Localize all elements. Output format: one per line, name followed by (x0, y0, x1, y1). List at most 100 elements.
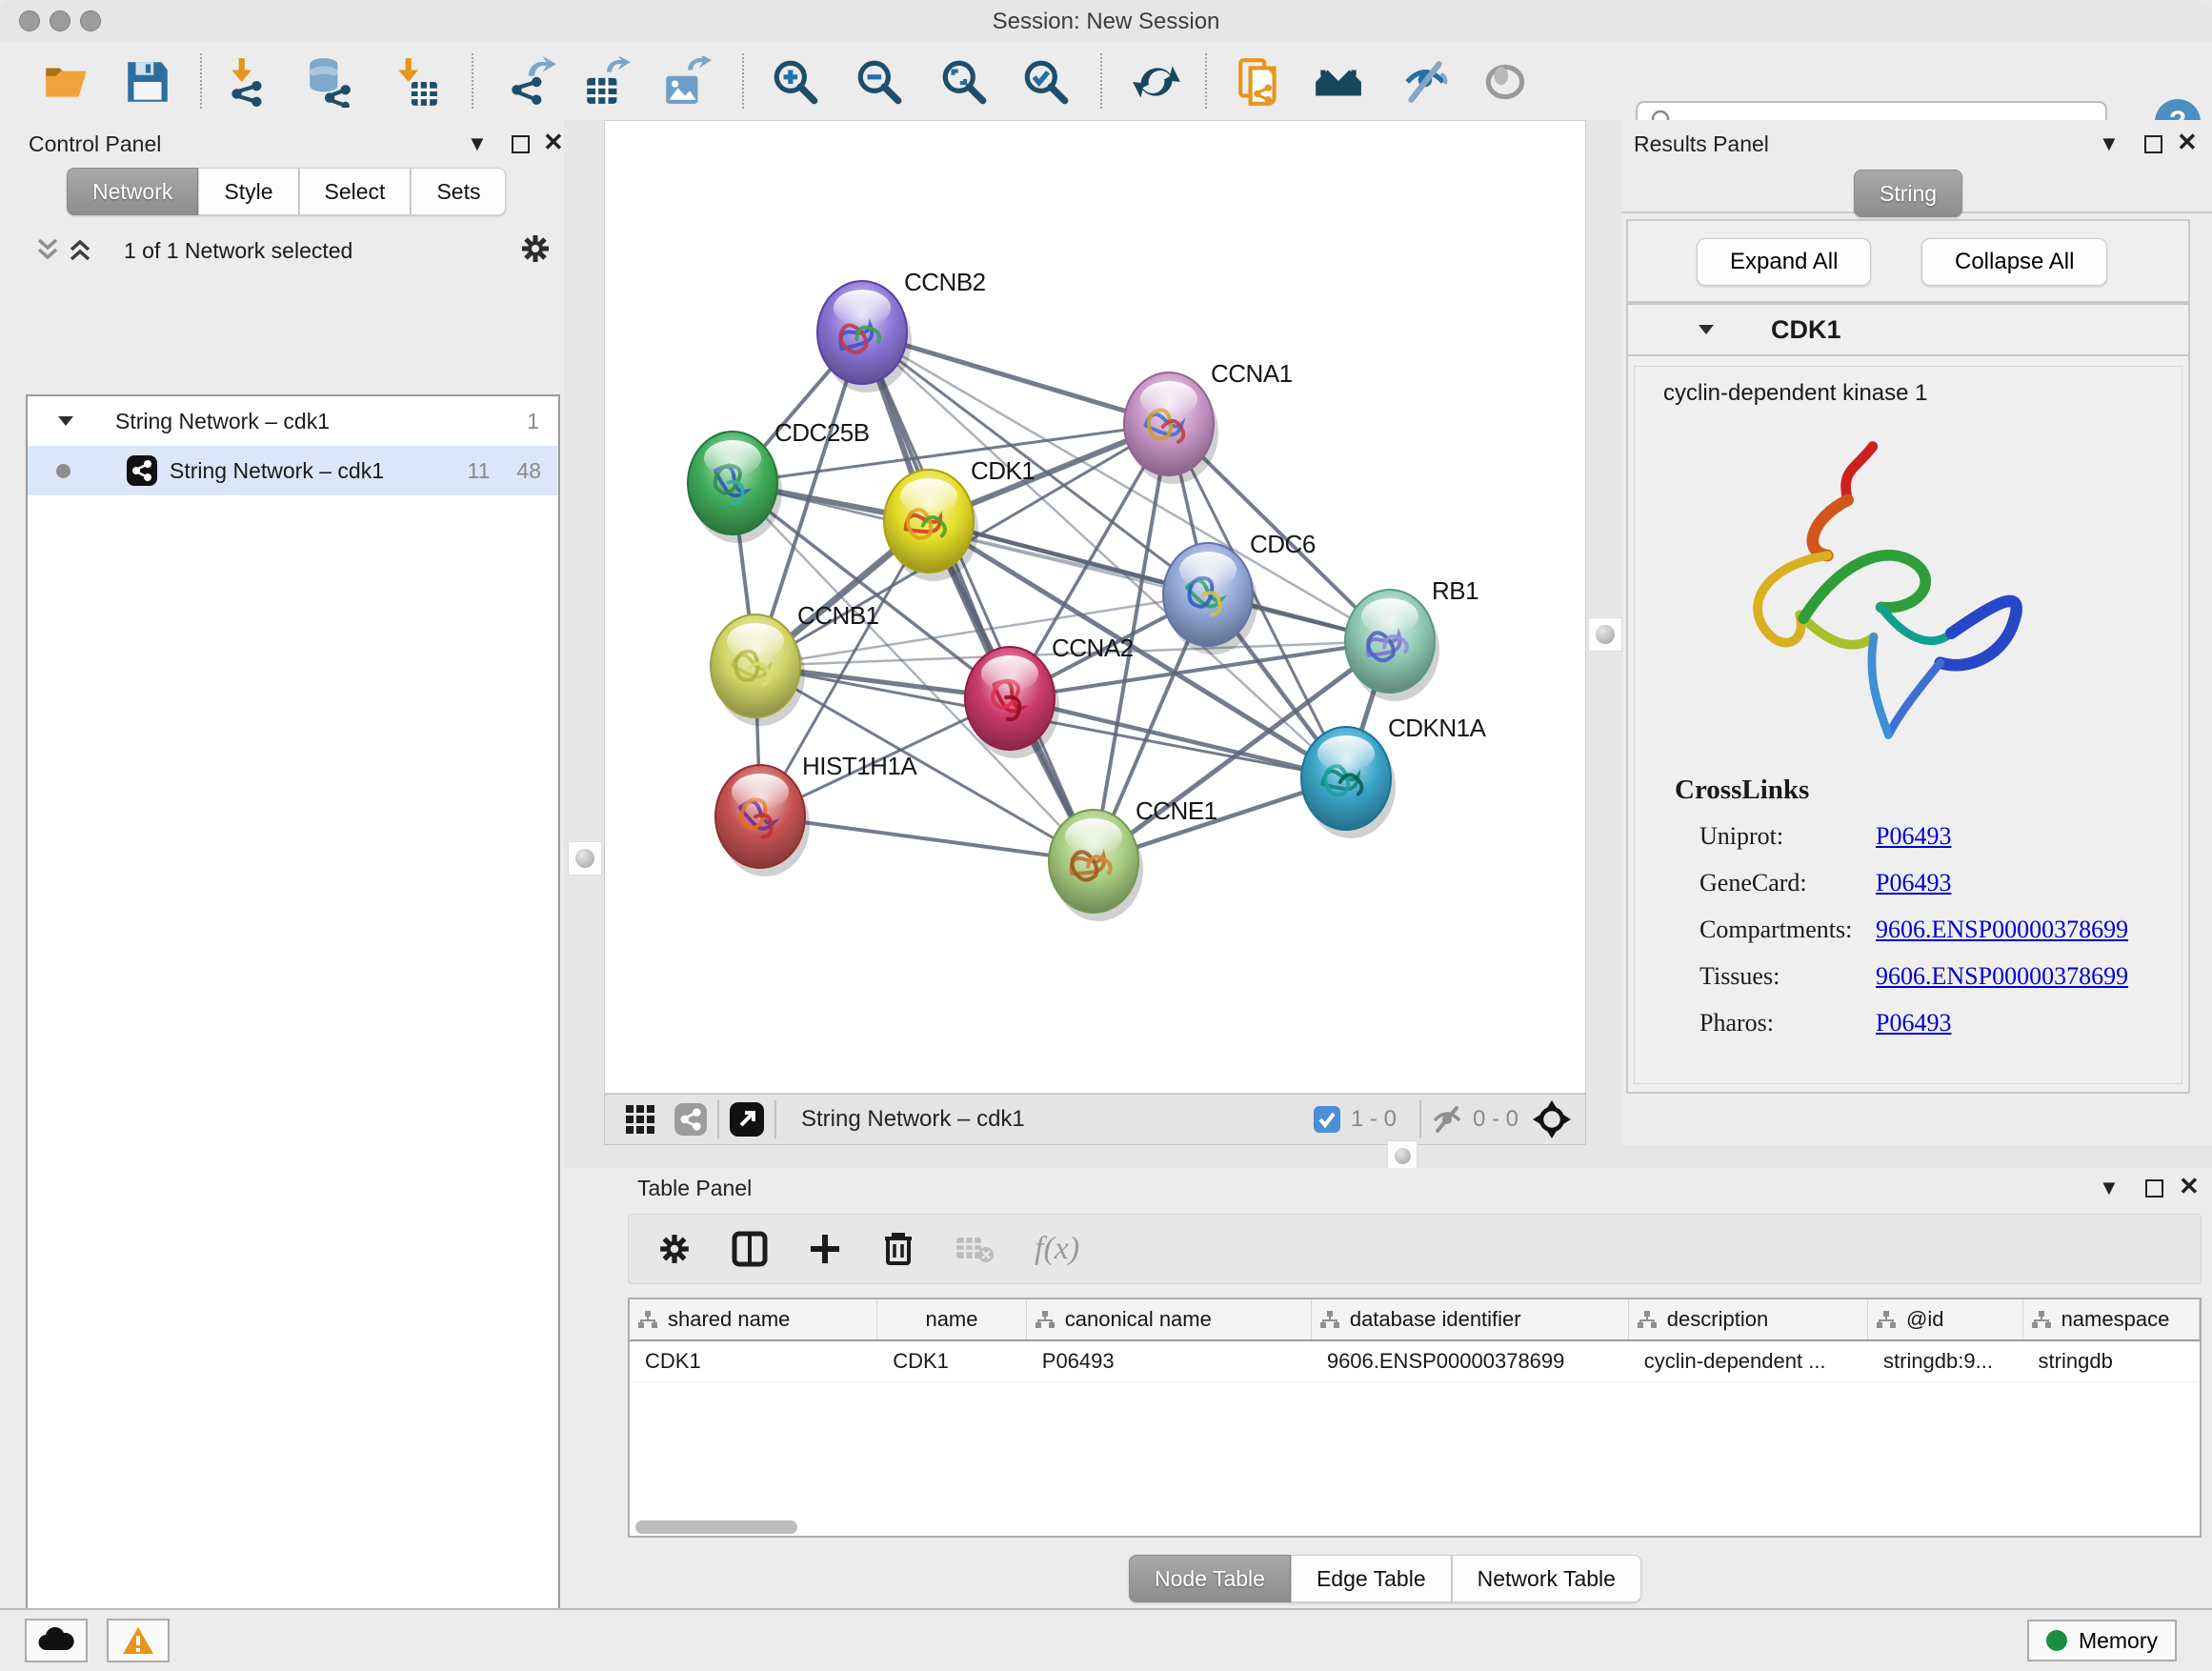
results-panel-collapse-icon[interactable]: ▼ (2099, 131, 2120, 156)
save-session-button[interactable] (122, 56, 173, 108)
crosslink-link[interactable]: P06493 (1876, 1009, 1951, 1037)
results-panel-float-icon[interactable] (2144, 135, 2162, 153)
bottom-splitter-handle[interactable] (1387, 1140, 1418, 1171)
crosslink-link[interactable]: 9606.ENSP00000378699 (1876, 962, 2128, 991)
memory-button[interactable]: Memory (2027, 1620, 2177, 1661)
show-columns-icon[interactable] (732, 1231, 768, 1267)
expand-all-icon[interactable] (67, 236, 93, 263)
table-cell[interactable]: stringdb (2023, 1341, 2200, 1381)
zoom-out-button[interactable] (854, 56, 905, 108)
network-node[interactable]: CDKN1A (1301, 714, 1487, 838)
crosslink-link[interactable]: P06493 (1876, 822, 1951, 851)
tab-edge-table[interactable]: Edge Table (1291, 1555, 1452, 1602)
export-table-button[interactable] (581, 56, 633, 108)
collapse-all-icon[interactable] (34, 236, 61, 263)
control-panel-close-icon[interactable]: ✕ (543, 128, 564, 157)
table-toolbar: f(x) (628, 1214, 2202, 1284)
network-canvas[interactable]: CCNB2CCNA1CDC25BCDK1CDC6RB1CCNB1CCNA2CDK… (604, 120, 1586, 1094)
network-node[interactable]: CCNB1 (711, 601, 879, 726)
export-network-button[interactable] (505, 56, 556, 108)
detach-view-button[interactable] (729, 1101, 765, 1137)
table-panel-close-icon[interactable]: ✕ (2179, 1172, 2200, 1201)
network-node[interactable]: CDK1 (884, 456, 1035, 581)
table-column-header[interactable]: name (877, 1299, 1027, 1339)
gene-expander-icon[interactable] (1697, 322, 1716, 337)
table-row[interactable]: CDK1CDK1P064939606.ENSP00000378699cyclin… (630, 1341, 2200, 1382)
first-neighbors-button[interactable] (1313, 56, 1364, 108)
delete-table-icon[interactable] (955, 1234, 995, 1264)
table-column-header[interactable]: @id (1868, 1299, 2023, 1339)
network-options-gear-icon[interactable] (519, 232, 552, 265)
crosslink-link[interactable]: 9606.ENSP00000378699 (1876, 916, 2128, 944)
network-node[interactable]: RB1 (1345, 576, 1478, 701)
gene-description: cyclin-dependent kinase 1 (1663, 380, 2182, 407)
warning-status-button[interactable] (107, 1619, 170, 1662)
tab-sets[interactable]: Sets (411, 168, 506, 215)
tab-node-table[interactable]: Node Table (1129, 1555, 1291, 1602)
table-cell[interactable]: stringdb:9... (1868, 1341, 2023, 1381)
right-splitter-handle[interactable] (1588, 617, 1622, 652)
table-cell[interactable]: cyclin-dependent ... (1629, 1341, 1868, 1381)
app-window: Session: New Session ? Control Panel (0, 0, 2212, 1671)
table-panel-collapse-icon[interactable]: ▼ (2099, 1176, 2120, 1200)
hidden-count: 0 - 0 (1473, 1106, 1518, 1133)
table-horizontal-scrollbar[interactable] (635, 1520, 797, 1534)
import-table-from-file-button[interactable] (390, 56, 441, 108)
tab-network-table[interactable]: Network Table (1452, 1555, 1641, 1602)
tab-string[interactable]: String (1854, 170, 1962, 217)
cloud-status-button[interactable] (25, 1619, 88, 1662)
zoom-selected-button[interactable] (1020, 56, 1072, 108)
collection-expander-icon[interactable] (56, 413, 75, 429)
table-cell[interactable]: 9606.ENSP00000378699 (1312, 1341, 1629, 1381)
tab-network[interactable]: Network (67, 168, 198, 215)
open-session-button[interactable] (41, 56, 92, 108)
network-row[interactable]: String Network – cdk1 11 48 (28, 446, 558, 495)
delete-column-icon[interactable] (882, 1231, 915, 1267)
control-panel-collapse-icon[interactable]: ▼ (467, 131, 488, 156)
table-options-gear-icon[interactable] (657, 1232, 692, 1266)
tab-style[interactable]: Style (198, 168, 298, 215)
zoom-fit-button[interactable] (938, 56, 990, 108)
network-collection-row[interactable]: String Network – cdk1 1 (28, 396, 558, 446)
birds-eye-view-button[interactable] (1532, 1099, 1572, 1139)
network-node[interactable]: CCNA2 (965, 634, 1134, 758)
table-column-header[interactable]: description (1629, 1299, 1868, 1339)
apply-layout-button[interactable] (1131, 56, 1182, 108)
table-column-header[interactable]: shared name (630, 1299, 877, 1339)
clone-network-button[interactable] (1235, 56, 1286, 108)
table-cell[interactable]: P06493 (1027, 1341, 1312, 1381)
zoom-in-button[interactable] (770, 56, 821, 108)
table-cell[interactable]: CDK1 (877, 1341, 1027, 1381)
column-label: shared name (668, 1307, 790, 1332)
grid-view-button[interactable] (624, 1103, 656, 1136)
network-edge[interactable] (760, 816, 1094, 861)
tab-select[interactable]: Select (299, 168, 412, 215)
crosslink-link[interactable]: P06493 (1876, 869, 1951, 897)
expand-all-button[interactable]: Expand All (1697, 238, 1871, 286)
collapse-all-button[interactable]: Collapse All (1921, 238, 2107, 286)
network-node[interactable]: CDC25B (688, 418, 870, 543)
network-edge[interactable] (862, 332, 1094, 861)
create-column-icon[interactable] (808, 1232, 842, 1266)
table-column-header[interactable]: namespace (2023, 1299, 2200, 1339)
network-node[interactable]: CDC6 (1163, 530, 1316, 654)
hide-selected-button[interactable] (1399, 56, 1451, 108)
network-node[interactable]: CCNE1 (1049, 796, 1217, 921)
network-node[interactable]: HIST1H1A (715, 752, 917, 876)
control-panel-float-icon[interactable] (512, 135, 530, 153)
network-icon-button[interactable] (674, 1102, 708, 1137)
hidden-eye-icon[interactable] (1431, 1105, 1463, 1134)
table-column-header[interactable]: canonical name (1027, 1299, 1312, 1339)
function-builder-button[interactable]: f(x) (1035, 1231, 1079, 1267)
import-network-from-file-button[interactable] (223, 56, 274, 108)
import-network-from-database-button[interactable] (302, 56, 353, 108)
left-splitter-handle[interactable] (568, 841, 602, 876)
table-panel-float-icon[interactable] (2145, 1179, 2163, 1198)
results-panel-close-icon[interactable]: ✕ (2177, 128, 2198, 157)
table-cell[interactable]: CDK1 (630, 1341, 877, 1381)
selected-checkbox-icon[interactable] (1313, 1105, 1341, 1134)
table-column-header[interactable]: database identifier (1312, 1299, 1629, 1339)
export-image-button[interactable] (660, 56, 712, 108)
network-node[interactable]: CCNB2 (817, 268, 986, 393)
show-all-button[interactable] (1479, 56, 1531, 108)
